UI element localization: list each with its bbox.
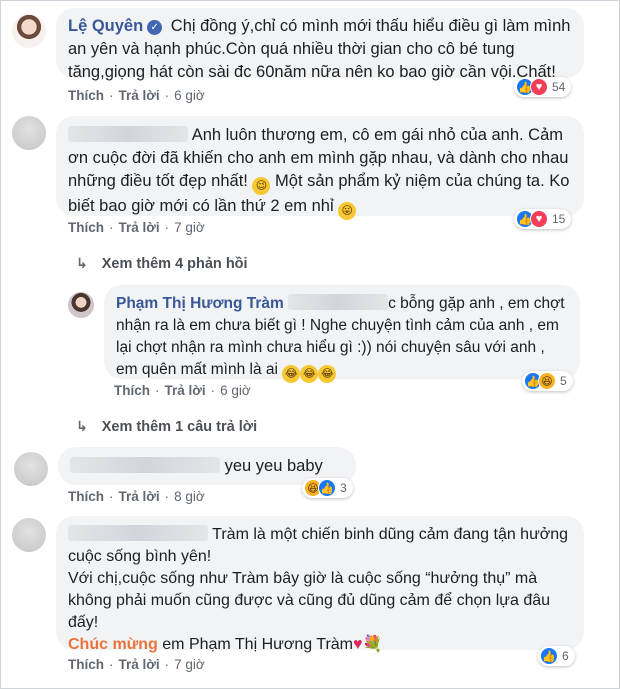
comment-text: yeu yeu baby [224, 457, 323, 475]
avatar[interactable] [12, 518, 46, 552]
verified-badge-icon: ✓ [147, 20, 163, 35]
view-more-label: Xem thêm 4 phản hồi [101, 255, 248, 272]
like-reaction-icon: 👍 [318, 479, 336, 497]
view-more-label: Xem thêm 1 câu trả lời [101, 418, 258, 435]
blurred-commenter-name[interactable] [68, 525, 208, 541]
reaction-count: 6 [562, 649, 569, 663]
reaction-count: 5 [560, 374, 567, 388]
like-link[interactable]: Thích [68, 220, 104, 235]
view-more-replies[interactable]: ↳ Xem thêm 1 câu trả lời [76, 418, 257, 435]
laughing-emoji-icon: 😂 [300, 365, 319, 383]
comment-actions: Thích · Trả lời · 7 giờ [68, 220, 205, 235]
comment-text: Chị đồng ý,chỉ có mình mới thấu hiểu điề… [68, 17, 571, 81]
love-reaction-icon: ♥ [530, 210, 548, 228]
timestamp[interactable]: 6 giờ [174, 88, 205, 103]
avatar[interactable] [12, 116, 46, 150]
reply-link[interactable]: Trả lời [119, 489, 160, 504]
reply-link[interactable]: Trả lời [119, 220, 160, 235]
mention-text[interactable]: em Phạm Thị Hương Tràm [162, 636, 353, 653]
like-link[interactable]: Thích [68, 88, 104, 103]
reaction-summary[interactable]: 👍 ♥ 15 [514, 209, 572, 229]
comment-actions: Thích · Trả lời · 6 giờ [114, 383, 251, 398]
timestamp[interactable]: 7 giờ [174, 657, 205, 672]
like-link[interactable]: Thích [114, 383, 150, 398]
timestamp[interactable]: 6 giờ [220, 383, 251, 398]
reply-link[interactable]: Trả lời [165, 383, 206, 398]
love-reaction-icon: ♥ [530, 78, 548, 96]
blurred-commenter-name[interactable] [70, 457, 220, 473]
comment-text-2: Với chị,cuộc sống như Tràm bây giờ là cu… [68, 570, 551, 631]
comment-bubble: Tràm là một chiến binh dũng cảm đang tận… [56, 516, 584, 653]
reply-arrow-icon: ↳ [76, 255, 88, 271]
reaction-summary[interactable]: 👍 6 [538, 646, 575, 666]
bouquet-emoji-icon: 💐 [362, 636, 383, 653]
reaction-summary[interactable]: 😆 👍 3 [302, 478, 353, 498]
avatar[interactable] [14, 452, 48, 486]
smile-emoji-icon: 😉 [252, 177, 271, 195]
comment-actions: Thích · Trả lời · 8 giờ [68, 489, 205, 504]
congrats-tag[interactable]: Chúc mừng [68, 636, 158, 653]
comment-bubble: Lệ Quyên ✓ Chị đồng ý,chỉ có mình mới thấ… [56, 8, 584, 81]
reaction-summary[interactable]: 👍 ♥ 54 [514, 77, 572, 97]
haha-reaction-icon: 😆 [538, 372, 556, 390]
reply-arrow-icon: ↳ [76, 418, 88, 434]
commenter-name[interactable]: Phạm Thị Hương Tràm [116, 295, 284, 312]
avatar[interactable] [68, 292, 94, 318]
view-more-replies[interactable]: ↳ Xem thêm 4 phản hồi [76, 255, 248, 272]
reply-link[interactable]: Trả lời [119, 88, 160, 103]
like-link[interactable]: Thích [68, 489, 104, 504]
reaction-count: 54 [552, 80, 566, 94]
timestamp[interactable]: 8 giờ [174, 489, 205, 504]
timestamp[interactable]: 7 giờ [174, 220, 205, 235]
commenter-name[interactable]: Lệ Quyên [68, 17, 143, 35]
comment-actions: Thích · Trả lời · 6 giờ [68, 88, 205, 103]
laughing-emoji-icon: 😂 [282, 365, 301, 383]
like-link[interactable]: Thích [68, 657, 104, 672]
reaction-count: 3 [340, 481, 347, 495]
blurred-mention [288, 294, 389, 310]
reaction-summary[interactable]: 👍 😆 5 [522, 371, 573, 391]
blurred-commenter-name[interactable] [68, 126, 188, 142]
like-reaction-icon: 👍 [540, 647, 558, 665]
reaction-count: 15 [552, 212, 566, 226]
reply-link[interactable]: Trả lời [119, 657, 160, 672]
comment-actions: Thích · Trả lời · 7 giờ [68, 657, 205, 672]
avatar[interactable] [12, 14, 46, 48]
heart-emoji-icon: ♥ [353, 636, 363, 653]
comment-bubble: Anh luôn thương em, cô em gái nhỏ của an… [56, 116, 584, 220]
reply-bubble: Phạm Thị Hương Tràm c bỗng gặp anh , em … [104, 285, 580, 383]
